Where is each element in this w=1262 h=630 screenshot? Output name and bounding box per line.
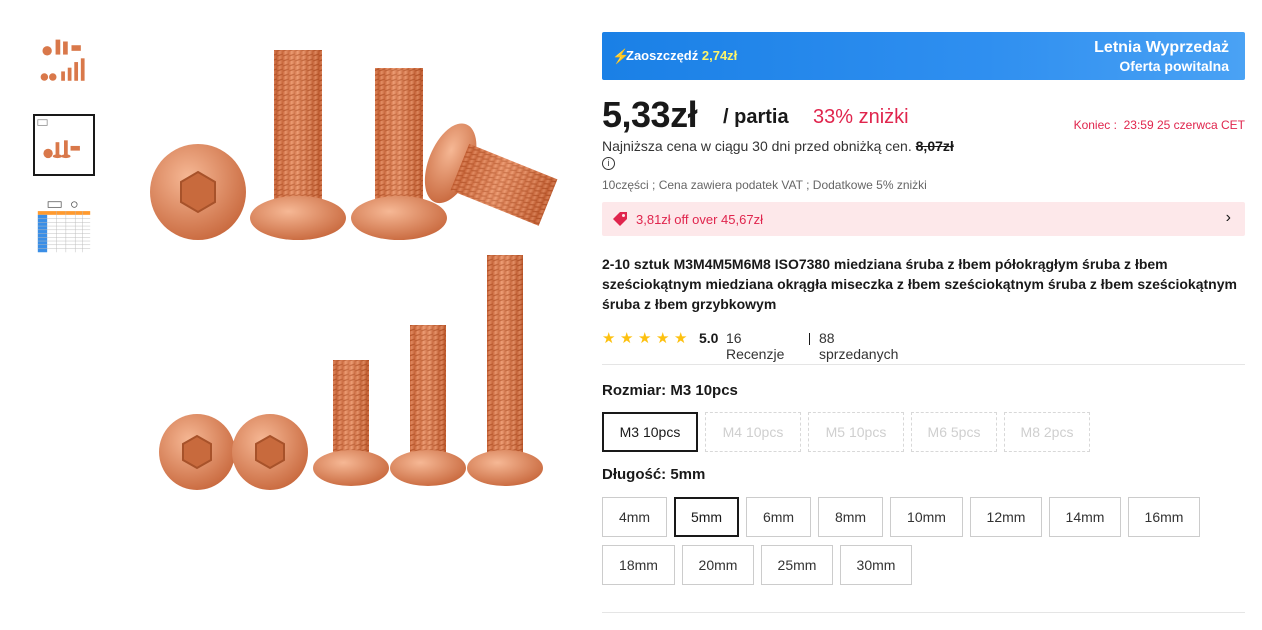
size-option-m3[interactable]: M3 10pcs xyxy=(602,412,698,452)
thumbnail-list xyxy=(33,32,99,278)
length-option-16mm[interactable]: 16mm xyxy=(1128,497,1200,537)
length-option-30mm[interactable]: 30mm xyxy=(840,545,912,585)
star-icon: ★ xyxy=(620,330,634,347)
length-option-10mm[interactable]: 10mm xyxy=(890,497,963,537)
reviews-link[interactable]: 16 Recenzje xyxy=(726,330,784,362)
length-option-14mm[interactable]: 14mm xyxy=(1049,497,1121,537)
sale-end-time: Koniec : 23:59 25 czerwca CET xyxy=(1074,118,1245,132)
savings-value: 2,74zł xyxy=(701,48,738,63)
divider xyxy=(602,612,1245,613)
length-option-18mm[interactable]: 18mm xyxy=(602,545,675,585)
rating-stars: ★ ★ ★ ★ ★ xyxy=(602,329,692,347)
coupon-tag-icon xyxy=(613,212,627,226)
lowest-price-note: Najniższa cena w ciągu 30 dni przed obni… xyxy=(602,138,954,154)
discount-badge: 33% zniżki xyxy=(813,106,909,128)
star-icon: ★ xyxy=(638,330,652,347)
size-option-m4[interactable]: M4 10pcs xyxy=(705,412,801,452)
thumbnail-3[interactable] xyxy=(33,196,95,258)
lowest-price-text: Najniższa cena w ciągu 30 dni przed obni… xyxy=(602,138,912,154)
size-option-m5[interactable]: M5 10pcs xyxy=(808,412,904,452)
separator xyxy=(809,333,810,345)
sold-count: 88 sprzedanych xyxy=(819,330,899,362)
sale-title: Letnia Wyprzedaż xyxy=(1094,39,1229,56)
info-icon[interactable]: i xyxy=(602,157,615,170)
lowest-price-value: 8,07zł xyxy=(915,138,954,154)
sale-banner[interactable]: ⚡ Zaoszczędź 2,74zł Letnia Wyprzedaż Ofe… xyxy=(602,32,1245,80)
star-icon: ★ xyxy=(674,330,688,347)
savings-label: Zaoszczędź xyxy=(626,48,699,63)
star-icon: ★ xyxy=(602,330,616,347)
rating-score: 5.0 xyxy=(699,330,719,346)
sale-end-label: Koniec : xyxy=(1073,118,1117,132)
length-option-12mm[interactable]: 12mm xyxy=(970,497,1042,537)
product-info-panel: ⚡ Zaoszczędź 2,74zł Letnia Wyprzedaż Ofe… xyxy=(602,32,1245,613)
sale-title-block: Letnia Wyprzedaż Oferta powitalna xyxy=(1094,38,1229,75)
sale-subtitle: Oferta powitalna xyxy=(1119,58,1229,74)
savings-text: Zaoszczędź 2,74zł xyxy=(626,48,737,63)
length-option-20mm[interactable]: 20mm xyxy=(682,545,754,585)
coupon-bar[interactable]: 3,81zł off over 45,67zł › xyxy=(602,202,1245,236)
length-option-6mm[interactable]: 6mm xyxy=(746,497,811,537)
size-option-m6[interactable]: M6 5pcs xyxy=(911,412,997,452)
price-row: 5,33zł / partia 33% zniżki Koniec : 23:5… xyxy=(602,94,1245,135)
size-label: Rozmiar: M3 10pcs xyxy=(602,382,738,399)
size-option-m8[interactable]: M8 2pcs xyxy=(1004,412,1090,452)
sale-end-value: 23:59 25 czerwca CET xyxy=(1123,118,1245,132)
current-price: 5,33zł xyxy=(602,94,698,135)
thumbnail-2[interactable] xyxy=(33,114,95,176)
divider xyxy=(602,364,1245,365)
length-option-8mm[interactable]: 8mm xyxy=(818,497,883,537)
length-option-5mm[interactable]: 5mm xyxy=(674,497,739,537)
length-option-4mm[interactable]: 4mm xyxy=(602,497,667,537)
price-unit: / partia xyxy=(723,106,789,128)
length-option-25mm[interactable]: 25mm xyxy=(761,545,833,585)
thumbnail-1[interactable] xyxy=(33,32,95,94)
vat-note: 10części ; Cena zawiera podatek VAT ; Do… xyxy=(602,178,927,192)
star-icon: ★ xyxy=(656,330,670,347)
chevron-right-icon[interactable]: › xyxy=(1226,209,1231,227)
length-label: Długość: 5mm xyxy=(602,466,706,483)
coupon-text: 3,81zł off over 45,67zł xyxy=(636,212,763,227)
main-product-image[interactable] xyxy=(127,32,577,497)
product-title: 2-10 sztuk M3M4M5M6M8 ISO7380 miedziana … xyxy=(602,256,1237,312)
